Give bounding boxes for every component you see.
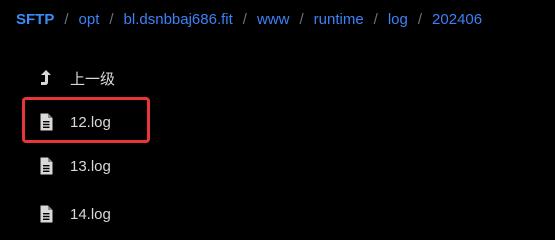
file-item-13-log[interactable]: 13.log [24, 144, 324, 188]
breadcrumb-root[interactable]: SFTP [16, 11, 54, 28]
breadcrumb-separator: / [242, 10, 247, 28]
file-item-12-log[interactable]: 12.log [24, 100, 324, 144]
breadcrumb-item-domain[interactable]: bl.dsnbbaj686.fit [124, 11, 233, 28]
breadcrumb-item-202406[interactable]: 202406 [432, 11, 482, 28]
file-item-14-log[interactable]: 14.log [24, 192, 324, 236]
breadcrumb-separator: / [299, 10, 304, 28]
file-name: 13.log [70, 157, 111, 175]
breadcrumb: SFTP / opt / bl.dsnbbaj686.fit / www / r… [16, 8, 482, 30]
file-name: 12.log [70, 113, 111, 131]
breadcrumb-item-log[interactable]: log [388, 11, 408, 28]
parent-directory-item[interactable]: 上一级 [24, 56, 324, 100]
parent-directory-label: 上一级 [70, 70, 116, 88]
breadcrumb-separator: / [64, 10, 69, 28]
file-name: 14.log [70, 205, 111, 223]
breadcrumb-separator: / [373, 10, 378, 28]
file-icon [38, 113, 54, 131]
breadcrumb-item-opt[interactable]: opt [79, 11, 100, 28]
arrow-up-icon [38, 69, 54, 87]
breadcrumb-separator: / [109, 10, 114, 28]
file-icon [38, 205, 54, 223]
file-icon [38, 157, 54, 175]
breadcrumb-item-runtime[interactable]: runtime [314, 11, 364, 28]
breadcrumb-separator: / [417, 10, 423, 28]
breadcrumb-item-www[interactable]: www [257, 11, 290, 28]
